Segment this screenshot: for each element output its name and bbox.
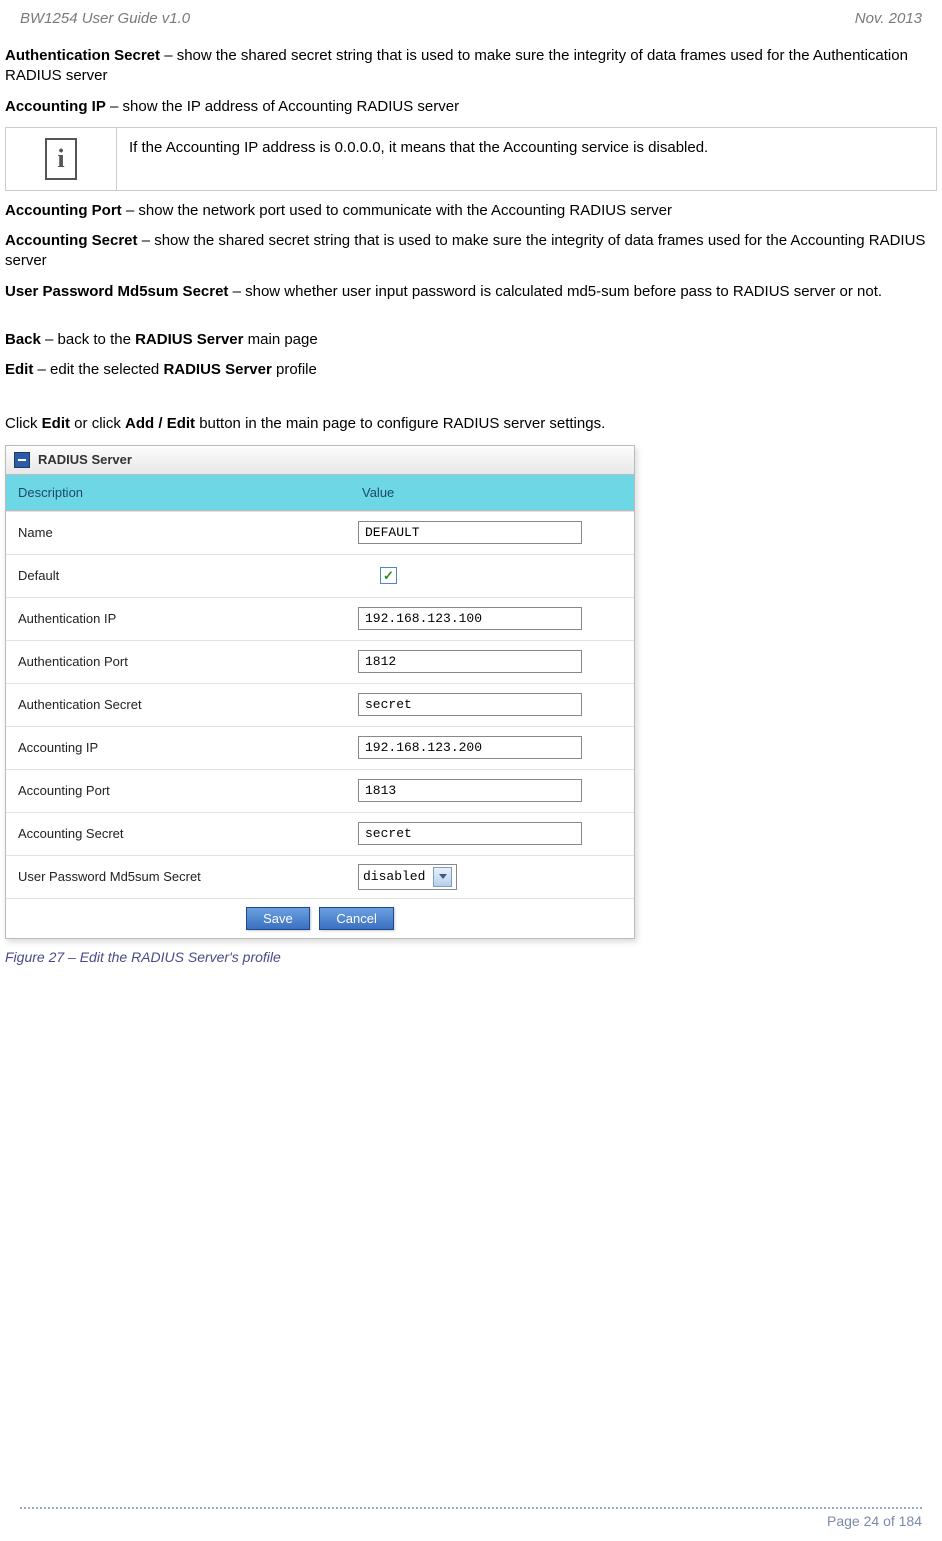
- acct-ip-label: Accounting IP: [5, 98, 106, 115]
- page-footer: Page 24 of 184: [0, 1507, 942, 1529]
- click-prefix: Click: [5, 415, 42, 432]
- cancel-button[interactable]: Cancel: [319, 907, 393, 930]
- info-icon-cell: i: [6, 128, 117, 190]
- auth-port-input[interactable]: [358, 650, 582, 673]
- label-name: Name: [6, 517, 350, 548]
- md5-select[interactable]: disabled: [358, 864, 457, 890]
- doc-date: Nov. 2013: [855, 10, 922, 27]
- row-name: Name: [6, 511, 634, 554]
- edit-label: Edit: [5, 361, 33, 378]
- page-header: BW1254 User Guide v1.0 Nov. 2013: [0, 0, 942, 42]
- edit-desc-bold: RADIUS Server: [163, 361, 271, 378]
- auth-secret-label: Authentication Secret: [5, 47, 160, 64]
- label-acct-port: Accounting Port: [6, 775, 350, 806]
- collapse-icon[interactable]: [14, 452, 30, 468]
- acct-ip-para: Accounting IP – show the IP address of A…: [5, 97, 937, 117]
- row-auth-secret: Authentication Secret: [6, 683, 634, 726]
- info-icon: i: [45, 138, 77, 180]
- back-para: Back – back to the RADIUS Server main pa…: [5, 330, 937, 350]
- label-default: Default: [6, 560, 350, 591]
- column-header-row: Description Value: [6, 475, 634, 511]
- save-button[interactable]: Save: [246, 907, 310, 930]
- row-acct-secret: Accounting Secret: [6, 812, 634, 855]
- label-auth-secret: Authentication Secret: [6, 689, 350, 720]
- auth-secret-para: Authentication Secret – show the shared …: [5, 46, 937, 87]
- edit-desc-prefix: – edit the selected: [33, 361, 163, 378]
- back-desc-suffix: main page: [243, 331, 317, 348]
- label-auth-ip: Authentication IP: [6, 603, 350, 634]
- panel-title: RADIUS Server: [38, 452, 132, 467]
- acct-ip-input[interactable]: [358, 736, 582, 759]
- md5-label: User Password Md5sum Secret: [5, 283, 228, 300]
- acct-port-label: Accounting Port: [5, 202, 122, 219]
- auth-ip-input[interactable]: [358, 607, 582, 630]
- md5-desc: – show whether user input password is ca…: [228, 283, 882, 300]
- label-acct-secret: Accounting Secret: [6, 818, 350, 849]
- click-suffix: button in the main page to configure RAD…: [195, 415, 605, 432]
- figure-caption: Figure 27 – Edit the RADIUS Server's pro…: [5, 949, 937, 965]
- md5-para: User Password Md5sum Secret – show wheth…: [5, 282, 937, 302]
- acct-port-input[interactable]: [358, 779, 582, 802]
- col-header-value: Value: [350, 475, 634, 510]
- acct-secret-label: Accounting Secret: [5, 232, 138, 249]
- row-acct-port: Accounting Port: [6, 769, 634, 812]
- name-input[interactable]: [358, 521, 582, 544]
- default-checkbox[interactable]: ✓: [380, 567, 397, 584]
- back-desc-prefix: – back to the: [41, 331, 135, 348]
- acct-port-para: Accounting Port – show the network port …: [5, 201, 937, 221]
- radius-server-panel: RADIUS Server Description Value Name Def…: [5, 445, 635, 939]
- acct-secret-desc: – show the shared secret string that is …: [5, 232, 925, 269]
- label-auth-port: Authentication Port: [6, 646, 350, 677]
- acct-secret-input[interactable]: [358, 822, 582, 845]
- row-acct-ip: Accounting IP: [6, 726, 634, 769]
- auth-secret-input[interactable]: [358, 693, 582, 716]
- click-addedit-bold: Add / Edit: [125, 415, 195, 432]
- acct-ip-desc: – show the IP address of Accounting RADI…: [106, 98, 459, 115]
- md5-select-value: disabled: [363, 869, 431, 884]
- col-header-description: Description: [6, 475, 350, 510]
- row-md5: User Password Md5sum Secret disabled: [6, 855, 634, 898]
- acct-secret-para: Accounting Secret – show the shared secr…: [5, 231, 937, 272]
- chevron-down-icon[interactable]: [433, 867, 452, 887]
- back-desc-bold: RADIUS Server: [135, 331, 243, 348]
- info-box: i If the Accounting IP address is 0.0.0.…: [5, 127, 937, 191]
- acct-port-desc: – show the network port used to communic…: [122, 202, 672, 219]
- label-md5: User Password Md5sum Secret: [6, 861, 350, 892]
- edit-para: Edit – edit the selected RADIUS Server p…: [5, 360, 937, 380]
- click-edit-bold: Edit: [42, 415, 70, 432]
- row-default: Default ✓: [6, 554, 634, 597]
- edit-desc-suffix: profile: [272, 361, 317, 378]
- click-instruction: Click Edit or click Add / Edit button in…: [5, 414, 937, 434]
- back-label: Back: [5, 331, 41, 348]
- click-mid: or click: [70, 415, 125, 432]
- footer-divider: [20, 1507, 922, 1509]
- row-auth-port: Authentication Port: [6, 640, 634, 683]
- panel-header[interactable]: RADIUS Server: [6, 446, 634, 475]
- checkmark-icon: ✓: [383, 568, 394, 584]
- row-auth-ip: Authentication IP: [6, 597, 634, 640]
- info-note-text: If the Accounting IP address is 0.0.0.0,…: [117, 128, 936, 190]
- button-row: Save Cancel: [6, 898, 634, 938]
- doc-title: BW1254 User Guide v1.0: [20, 10, 190, 27]
- page-number: Page 24 of 184: [20, 1513, 922, 1529]
- label-acct-ip: Accounting IP: [6, 732, 350, 763]
